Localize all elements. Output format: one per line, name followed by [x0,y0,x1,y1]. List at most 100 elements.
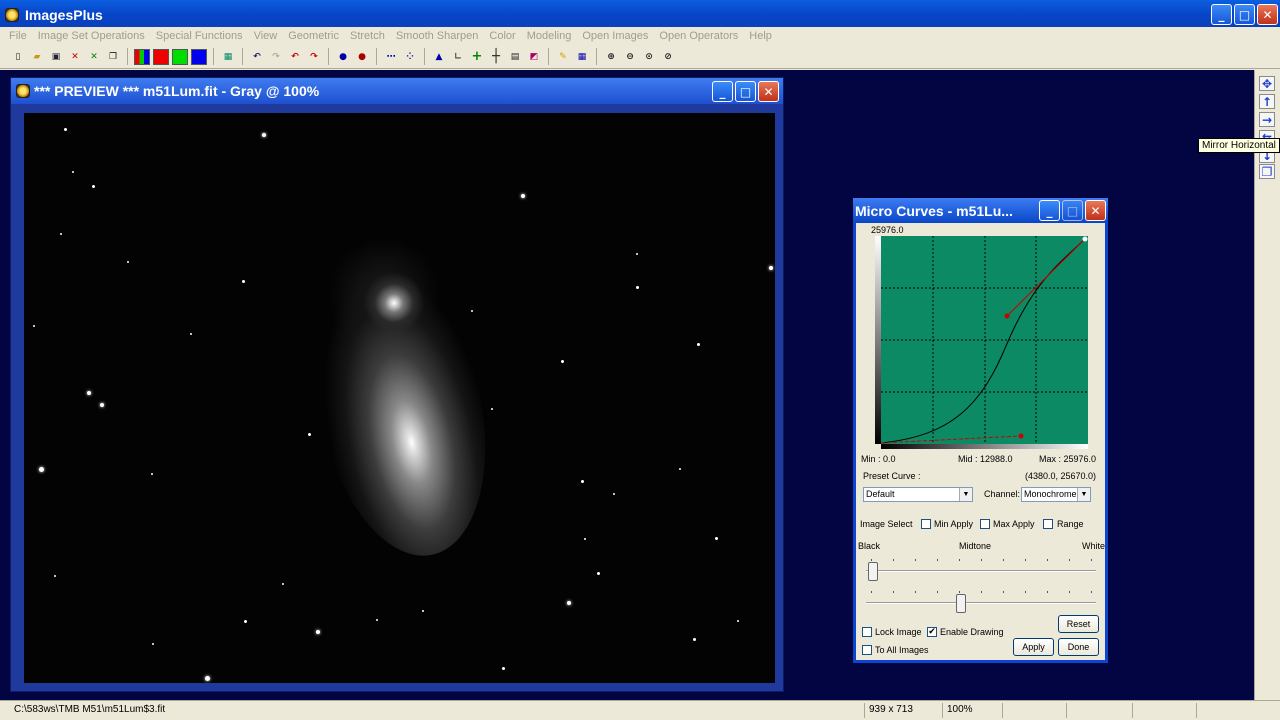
points-icon[interactable]: ⁘ [402,49,418,65]
preview-title-bar[interactable]: *** PREVIEW *** m51Lum.fit - Gray @ 100%… [11,78,783,104]
menu-file[interactable]: File [9,30,27,42]
grid-icon[interactable]: ▦ [220,49,236,65]
close-green-x-icon[interactable]: ✕ [86,49,102,65]
curves-maximize-button[interactable]: □ [1062,200,1083,221]
tooltip: Mirror Horizontal [1198,138,1280,153]
menu-stretch[interactable]: Stretch [350,30,385,42]
menu-modeling[interactable]: Modeling [527,30,572,42]
axis-icon[interactable]: ∟ [450,49,466,65]
midtone-slider-thumb[interactable] [956,594,966,613]
dots-icon[interactable]: ⋯ [383,49,399,65]
reset-button[interactable]: Reset [1058,615,1099,633]
min-apply-checkbox[interactable] [921,519,931,529]
menu-geometric[interactable]: Geometric [288,30,339,42]
close-red-x-icon[interactable]: ✕ [67,49,83,65]
zoom-reset-icon[interactable]: ⊘ [660,49,676,65]
circle-select-icon[interactable]: ● [354,49,370,65]
preset-curve-label: Preset Curve : [863,471,921,481]
arrow-right-icon[interactable]: → [1259,112,1275,127]
galaxy-image[interactable] [24,113,775,683]
enable-drawing-checkbox[interactable]: ✔ [927,627,937,637]
lock-image-checkbox[interactable] [862,627,872,637]
star [205,676,210,681]
channel-select[interactable]: Monochrome ▼ [1021,487,1091,502]
undo-icon[interactable]: ↶ [249,49,265,65]
star [567,601,571,605]
slider-tick [959,559,960,561]
menu-open-images[interactable]: Open Images [582,30,648,42]
to-all-images-checkbox[interactable] [862,645,872,655]
menu-color[interactable]: Color [489,30,515,42]
status-panel-empty [1066,703,1132,718]
ellipse-select-icon[interactable]: ● [335,49,351,65]
preset-curve-select[interactable]: Default ▼ [863,487,973,502]
new-file-icon[interactable]: ▯ [10,49,26,65]
slider-tick [1003,559,1004,561]
copy-small-icon[interactable]: ❐ [1259,164,1275,179]
midtone-slider-track[interactable] [866,602,1096,604]
zoom-out-icon[interactable]: ⊖ [622,49,638,65]
slider-tick [959,591,960,593]
zoom-in-icon[interactable]: ⊕ [603,49,619,65]
slider-tick [981,591,982,593]
blue-channel-icon[interactable] [191,48,207,65]
arrow-up-icon[interactable]: ↑ [1259,94,1275,109]
star [92,185,95,188]
done-button[interactable]: Done [1058,638,1099,656]
toolbar-separator [376,48,377,65]
star [190,333,192,335]
black-white-slider-track[interactable] [866,570,1096,572]
control-point[interactable] [1018,433,1024,439]
star [769,266,773,270]
apply-button[interactable]: Apply [1013,638,1054,656]
endpoint-handle[interactable] [1082,236,1088,242]
star [715,537,718,540]
preview-maximize-button[interactable]: □ [735,81,756,102]
calculator-icon[interactable]: ▤ [507,49,523,65]
menu-special-functions[interactable]: Special Functions [156,30,243,42]
control-point[interactable] [1004,313,1010,319]
range-checkbox[interactable] [1043,519,1053,529]
curve-plot[interactable] [881,236,1088,444]
undo-red-icon[interactable]: ↶ [287,49,303,65]
slider-tick [1047,591,1048,593]
menu-image-set-operations[interactable]: Image Set Operations [38,30,145,42]
curves-close-button[interactable]: ✕ [1085,200,1106,221]
maximize-button[interactable]: □ [1234,4,1255,25]
redo-red-icon[interactable]: ↷ [306,49,322,65]
menu-smooth-sharpen[interactable]: Smooth Sharpen [396,30,479,42]
black-point-slider-thumb[interactable] [868,562,878,581]
table-icon[interactable]: ▦ [574,49,590,65]
histogram-icon[interactable]: ▲ [431,49,447,65]
plus-green-icon[interactable]: + [469,49,485,65]
curves-minimize-button[interactable]: _ [1039,200,1060,221]
save-icon[interactable]: ▣ [48,49,64,65]
red-channel-icon[interactable] [153,48,169,65]
menu-help[interactable]: Help [749,30,772,42]
close-button[interactable]: ✕ [1257,4,1278,25]
copy-icon[interactable]: ❐ [105,49,121,65]
zoom-fit-icon[interactable]: ⊙ [641,49,657,65]
pencil-icon[interactable]: ✎ [555,49,571,65]
move-cross-icon[interactable]: ✥ [1259,76,1275,91]
rgb-channels-icon[interactable] [134,48,150,65]
app-title-bar: ImagesPlus _ □ ✕ [0,0,1280,30]
micro-curves-title-bar[interactable]: Micro Curves - m51Lu... _ □ ✕ [853,198,1108,223]
star [127,261,129,263]
slider-tick [1069,559,1070,561]
star [521,194,525,198]
star [679,468,681,470]
redo-icon[interactable]: ↷ [268,49,284,65]
menu-open-operators[interactable]: Open Operators [659,30,738,42]
menu-view[interactable]: View [254,30,278,42]
preview-close-button[interactable]: ✕ [758,81,779,102]
minimize-button[interactable]: _ [1211,4,1232,25]
open-folder-icon[interactable]: ▰ [29,49,45,65]
max-apply-checkbox[interactable] [980,519,990,529]
preview-minimize-button[interactable]: _ [712,81,733,102]
crosshair-icon[interactable]: ┼ [488,49,504,65]
green-channel-icon[interactable] [172,48,188,65]
image-edit-icon[interactable]: ◩ [526,49,542,65]
slider-tick [893,591,894,593]
slider-tick [1003,591,1004,593]
